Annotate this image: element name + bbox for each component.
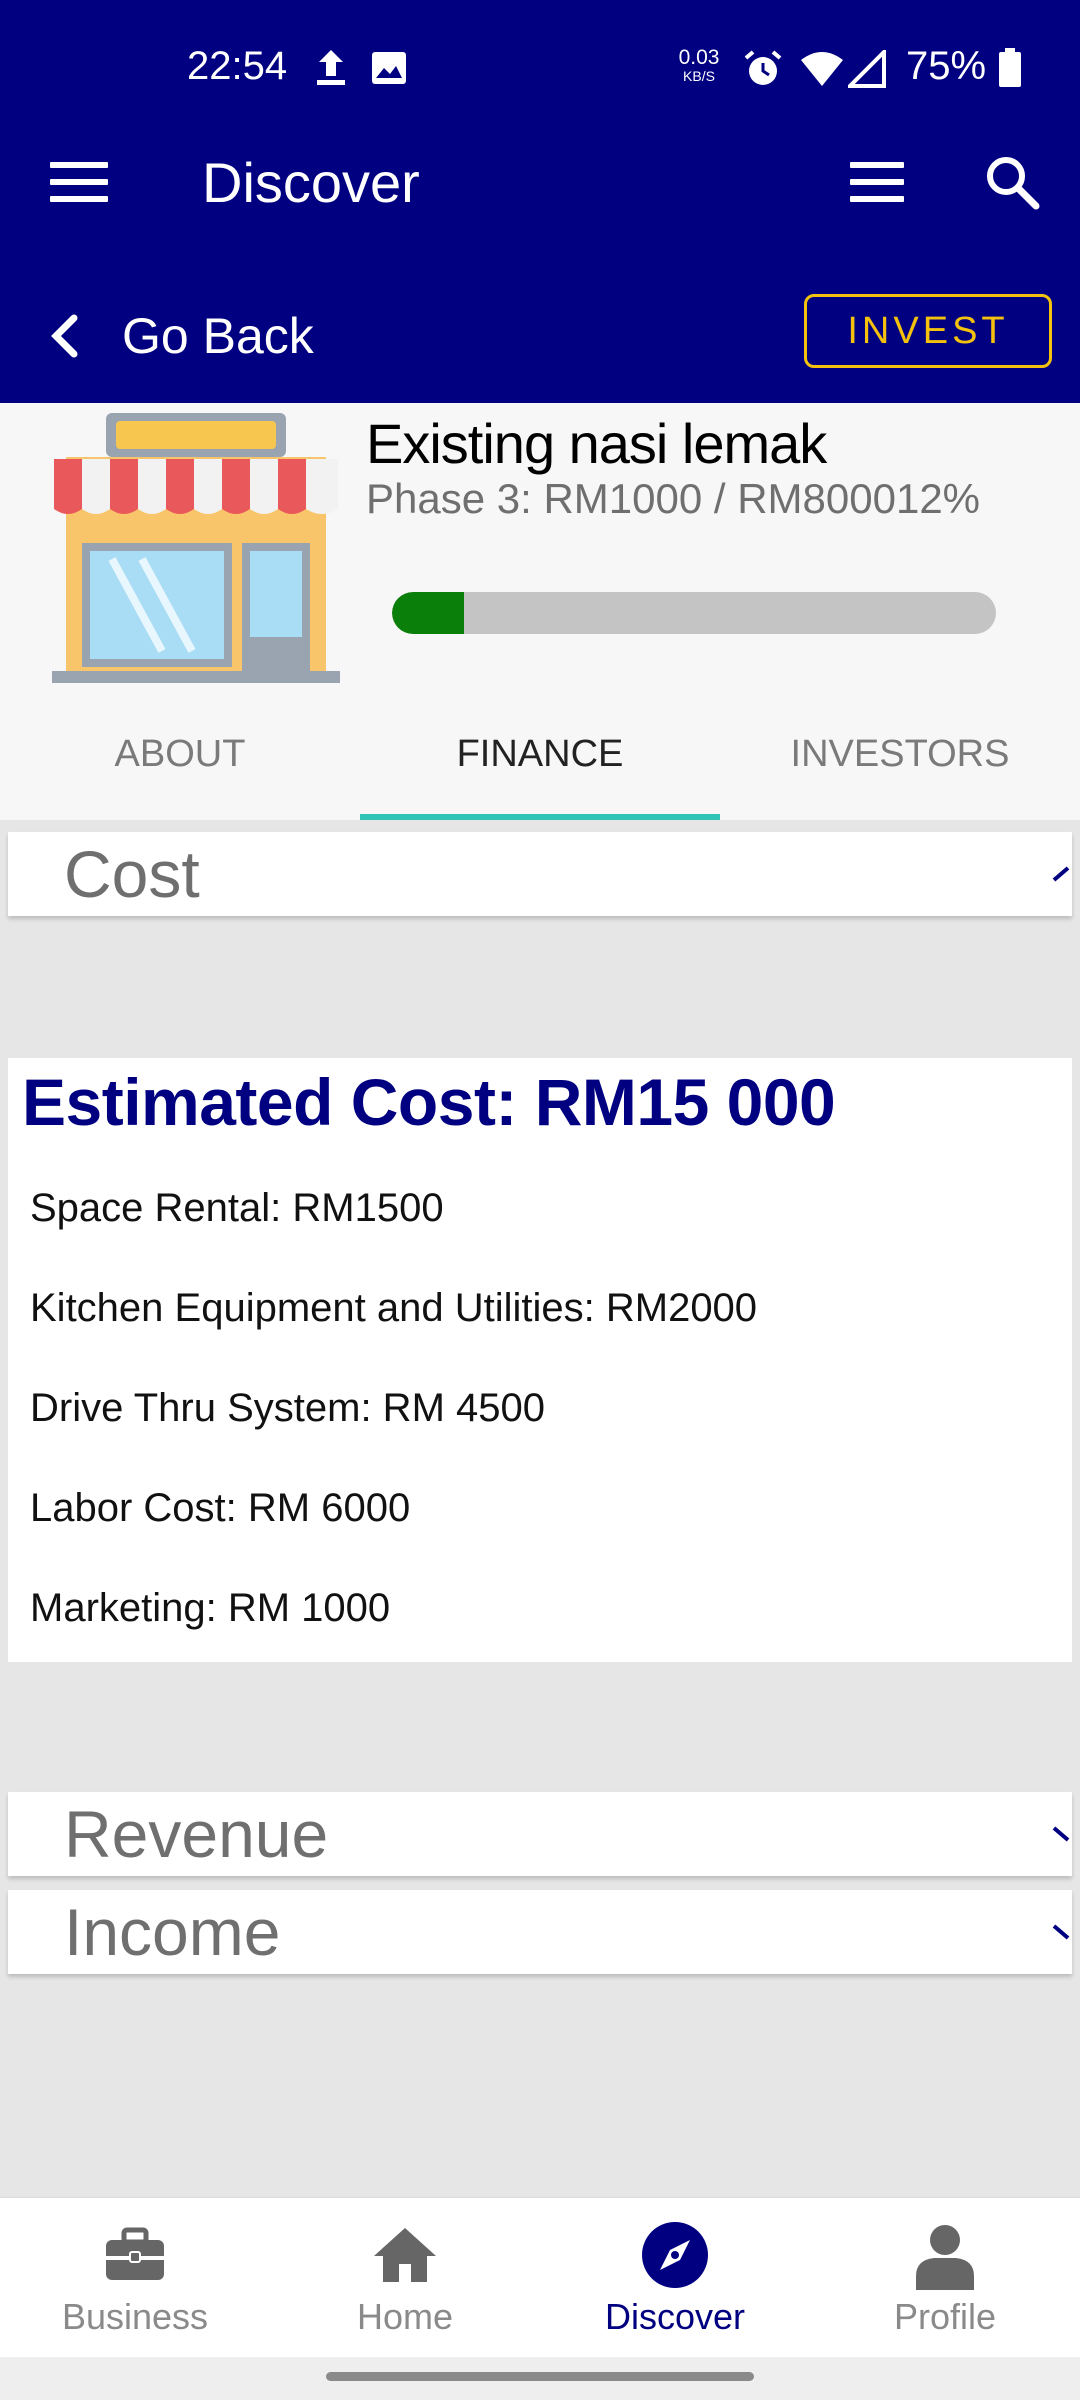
tab-investors[interactable]: INVESTORS [720, 703, 1080, 820]
cost-item: Labor Cost: RM 6000 [30, 1486, 411, 1530]
nav-profile-label: Profile [893, 2296, 997, 2337]
cost-item: Drive Thru System: RM 4500 [30, 1386, 545, 1430]
battery-icon [999, 48, 1021, 87]
compass-icon [642, 2222, 708, 2288]
home-indicator[interactable] [326, 2372, 754, 2381]
go-back-label: Go Back [122, 308, 314, 364]
image-icon [372, 52, 406, 84]
search-icon[interactable] [982, 152, 1042, 212]
tab-finance[interactable]: FINANCE [360, 703, 720, 820]
revenue-section-header[interactable]: Revenue [8, 1792, 1072, 1876]
funding-phase: Phase 3: RM1000 / RM800012% [366, 475, 981, 522]
person-icon [916, 2225, 974, 2290]
list-menu-icon[interactable] [850, 162, 904, 206]
wifi-icon [801, 52, 843, 86]
signal-icon [848, 50, 886, 88]
chevron-up-icon [1052, 866, 1070, 882]
income-section-title: Income [64, 1895, 281, 1969]
revenue-section-title: Revenue [64, 1797, 329, 1871]
chevron-down-icon [1052, 1826, 1070, 1842]
invest-button[interactable]: INVEST [804, 294, 1052, 368]
cost-item: Marketing: RM 1000 [30, 1586, 391, 1630]
cost-item: Space Rental: RM1500 [30, 1186, 444, 1230]
briefcase-icon [106, 2227, 164, 2280]
page-title: Discover [202, 151, 420, 214]
nav-profile[interactable]: Profile [810, 2198, 1080, 2357]
cost-details: Estimated Cost: RM15 000 Space Rental: R… [8, 1058, 1072, 1662]
nav-business-label: Business [61, 2296, 209, 2337]
nav-home-label: Home [356, 2296, 454, 2337]
upload-icon [317, 50, 345, 85]
business-header: Existing nasi lemak Phase 3: RM1000 / RM… [0, 403, 1080, 820]
app-bar: Discover [0, 130, 1080, 270]
cost-item: Kitchen Equipment and Utilities: RM2000 [30, 1286, 758, 1330]
nav-home[interactable]: Home [270, 2198, 540, 2357]
shop-icon [52, 413, 340, 683]
detail-tabs: ABOUT FINANCE INVESTORS [0, 703, 1080, 820]
status-time: 22:54 [187, 44, 288, 88]
bottom-navigation: Business Home Discover Profile [0, 2197, 1080, 2357]
funding-progress-fill [392, 592, 465, 634]
tab-about[interactable]: ABOUT [0, 703, 360, 820]
battery-percent: 75% [906, 44, 987, 88]
chevron-down-icon [1052, 1924, 1070, 1940]
nav-discover[interactable]: Discover [540, 2198, 810, 2357]
income-section-header[interactable]: Income [8, 1890, 1072, 1974]
chevron-left-icon [51, 314, 78, 358]
nav-discover-label: Discover [604, 2296, 746, 2337]
alarm-icon [744, 50, 782, 85]
business-title: Existing nasi lemak [366, 412, 827, 475]
menu-icon[interactable] [50, 162, 108, 206]
network-speed: 0.03 KB/S [678, 46, 720, 84]
home-icon [374, 2228, 436, 2282]
action-bar: Go Back INVEST [0, 270, 1080, 403]
funding-progress-bar [392, 592, 996, 634]
status-bar: 22:54 0.03 KB/S 75% [0, 0, 1080, 130]
nav-business[interactable]: Business [0, 2198, 270, 2357]
cost-section-header[interactable]: Cost [8, 832, 1072, 916]
estimated-cost-heading: Estimated Cost: RM15 000 [22, 1065, 836, 1139]
go-back-button[interactable]: Go Back [50, 300, 314, 372]
cost-section-title: Cost [64, 837, 200, 911]
